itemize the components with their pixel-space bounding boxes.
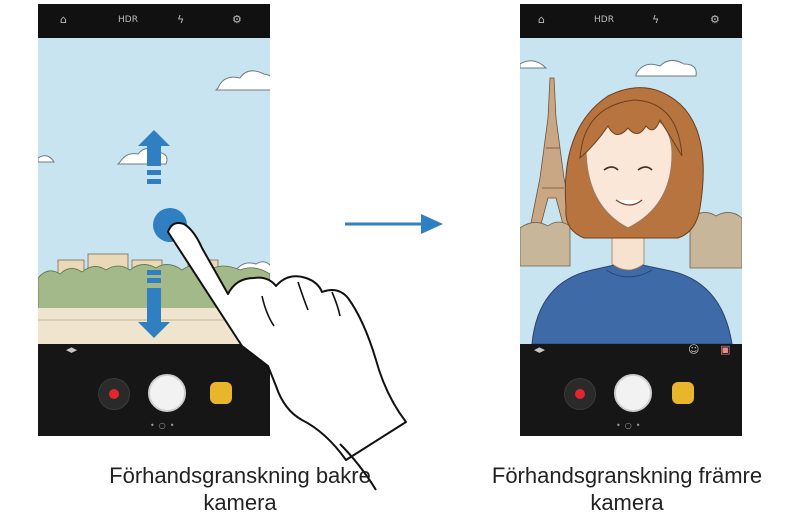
swipe-gesture-illustration (153, 208, 407, 491)
caption-rear-camera: Förhandsgranskning bakre kamera (109, 463, 371, 515)
caption-front-camera: Förhandsgranskning främre kamera (491, 463, 763, 515)
pointing-hand-icon (167, 222, 407, 461)
switch-arrow-icon (345, 214, 443, 234)
